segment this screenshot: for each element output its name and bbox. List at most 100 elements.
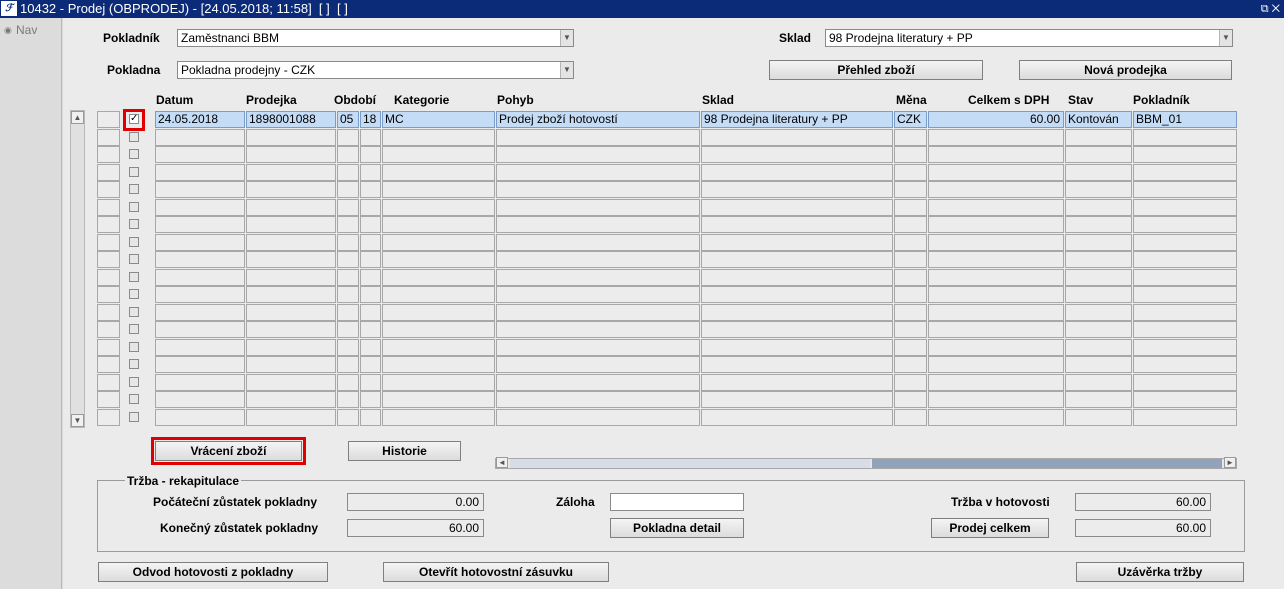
row-checkbox[interactable] bbox=[129, 394, 139, 404]
scroll-up-icon[interactable]: ▲ bbox=[71, 111, 84, 124]
table-cell-pokladnik[interactable] bbox=[1133, 374, 1237, 391]
table-cell-stav[interactable] bbox=[1065, 164, 1132, 181]
row-selector[interactable] bbox=[97, 111, 120, 128]
table-cell-stav[interactable] bbox=[1065, 234, 1132, 251]
table-cell-obdobi-y[interactable] bbox=[360, 181, 381, 198]
row-checkbox[interactable] bbox=[129, 377, 139, 387]
table-cell-obdobi-m[interactable] bbox=[337, 234, 359, 251]
table-cell-prodejka[interactable] bbox=[246, 286, 336, 303]
table-cell-stav[interactable] bbox=[1065, 251, 1132, 268]
table-cell-obdobi-y[interactable] bbox=[360, 339, 381, 356]
table-cell-obdobi-m[interactable] bbox=[337, 216, 359, 233]
row-selector[interactable] bbox=[97, 304, 120, 321]
table-cell-prodejka[interactable] bbox=[246, 129, 336, 146]
table-cell-obdobi-m[interactable] bbox=[337, 391, 359, 408]
table-cell-datum[interactable] bbox=[155, 391, 245, 408]
table-cell-kategorie[interactable] bbox=[382, 391, 495, 408]
table-cell-pohyb[interactable] bbox=[496, 339, 700, 356]
table-cell-obdobi-m[interactable] bbox=[337, 199, 359, 216]
table-cell-pohyb[interactable] bbox=[496, 146, 700, 163]
table-cell-obdobi-y[interactable] bbox=[360, 391, 381, 408]
table-cell-sklad[interactable] bbox=[701, 374, 893, 391]
chevron-down-icon[interactable]: ▼ bbox=[560, 30, 573, 46]
table-cell-kategorie[interactable] bbox=[382, 251, 495, 268]
table-cell-stav[interactable]: Kontován bbox=[1065, 111, 1132, 128]
table-cell-obdobi-y[interactable] bbox=[360, 374, 381, 391]
table-cell-pokladnik[interactable] bbox=[1133, 251, 1237, 268]
table-cell-pohyb[interactable] bbox=[496, 181, 700, 198]
table-cell-obdobi-m[interactable] bbox=[337, 181, 359, 198]
table-cell-sklad[interactable] bbox=[701, 181, 893, 198]
table-cell-datum[interactable] bbox=[155, 304, 245, 321]
table-cell-pohyb[interactable] bbox=[496, 269, 700, 286]
table-cell-obdobi-m[interactable] bbox=[337, 409, 359, 426]
table-cell-kategorie[interactable] bbox=[382, 321, 495, 338]
table-cell-stav[interactable] bbox=[1065, 304, 1132, 321]
table-cell-prodejka[interactable] bbox=[246, 374, 336, 391]
table-cell-mena[interactable] bbox=[894, 251, 927, 268]
table-cell-sklad[interactable]: 98 Prodejna literatury + PP bbox=[701, 111, 893, 128]
table-cell-prodejka[interactable] bbox=[246, 199, 336, 216]
table-cell-sklad[interactable] bbox=[701, 251, 893, 268]
row-checkbox[interactable] bbox=[129, 202, 139, 212]
table-cell-mena[interactable] bbox=[894, 391, 927, 408]
trzba-field[interactable]: 60.00 bbox=[1075, 493, 1211, 511]
table-cell-celkem[interactable] bbox=[928, 234, 1064, 251]
row-selector[interactable] bbox=[97, 391, 120, 408]
row-selector[interactable] bbox=[97, 356, 120, 373]
table-cell-prodejka[interactable] bbox=[246, 234, 336, 251]
konecny-field[interactable]: 60.00 bbox=[347, 519, 484, 537]
row-checkbox[interactable] bbox=[129, 272, 139, 282]
table-cell-prodejka[interactable] bbox=[246, 304, 336, 321]
table-cell-mena[interactable] bbox=[894, 321, 927, 338]
row-checkbox[interactable] bbox=[129, 324, 139, 334]
table-cell-pokladnik[interactable] bbox=[1133, 146, 1237, 163]
table-cell-sklad[interactable] bbox=[701, 339, 893, 356]
zaloha-field[interactable] bbox=[610, 493, 744, 511]
table-cell-obdobi-m[interactable] bbox=[337, 304, 359, 321]
table-cell-prodejka[interactable] bbox=[246, 409, 336, 426]
table-cell-obdobi-m[interactable] bbox=[337, 374, 359, 391]
table-cell-datum[interactable] bbox=[155, 146, 245, 163]
row-selector[interactable] bbox=[97, 269, 120, 286]
table-cell-prodejka[interactable] bbox=[246, 181, 336, 198]
table-cell-obdobi-y[interactable] bbox=[360, 409, 381, 426]
table-cell-kategorie[interactable] bbox=[382, 164, 495, 181]
table-cell-pokladnik[interactable]: BBM_01 bbox=[1133, 111, 1237, 128]
table-cell-datum[interactable] bbox=[155, 321, 245, 338]
table-cell-datum[interactable] bbox=[155, 216, 245, 233]
table-cell-celkem[interactable] bbox=[928, 164, 1064, 181]
table-cell-mena[interactable] bbox=[894, 234, 927, 251]
table-cell-mena[interactable] bbox=[894, 164, 927, 181]
table-cell-prodejka[interactable] bbox=[246, 356, 336, 373]
table-cell-obdobi-m[interactable]: 05 bbox=[337, 111, 359, 128]
table-cell-pokladnik[interactable] bbox=[1133, 199, 1237, 216]
row-selector[interactable] bbox=[97, 164, 120, 181]
table-cell-pohyb[interactable] bbox=[496, 286, 700, 303]
table-cell-prodejka[interactable] bbox=[246, 339, 336, 356]
table-cell-prodejka[interactable] bbox=[246, 146, 336, 163]
table-cell-obdobi-y[interactable] bbox=[360, 286, 381, 303]
row-selector[interactable] bbox=[97, 181, 120, 198]
table-cell-celkem[interactable] bbox=[928, 409, 1064, 426]
table-cell-mena[interactable] bbox=[894, 356, 927, 373]
table-cell-pohyb[interactable] bbox=[496, 409, 700, 426]
table-cell-stav[interactable] bbox=[1065, 146, 1132, 163]
table-cell-pokladnik[interactable] bbox=[1133, 356, 1237, 373]
table-cell-datum[interactable]: 24.05.2018 bbox=[155, 111, 245, 128]
table-cell-stav[interactable] bbox=[1065, 269, 1132, 286]
table-cell-stav[interactable] bbox=[1065, 356, 1132, 373]
row-selector[interactable] bbox=[97, 409, 120, 426]
table-cell-mena[interactable]: CZK bbox=[894, 111, 927, 128]
table-cell-mena[interactable] bbox=[894, 374, 927, 391]
scroll-track[interactable] bbox=[872, 459, 1222, 468]
odvod-hotovosti-button[interactable]: Odvod hotovosti z pokladny bbox=[98, 562, 328, 582]
nova-prodejka-button[interactable]: Nová prodejka bbox=[1019, 60, 1232, 80]
table-cell-kategorie[interactable] bbox=[382, 199, 495, 216]
table-cell-datum[interactable] bbox=[155, 199, 245, 216]
table-cell-obdobi-y[interactable] bbox=[360, 164, 381, 181]
table-cell-celkem[interactable]: 60.00 bbox=[928, 111, 1064, 128]
table-cell-obdobi-m[interactable] bbox=[337, 356, 359, 373]
table-cell-prodejka[interactable] bbox=[246, 391, 336, 408]
table-cell-sklad[interactable] bbox=[701, 129, 893, 146]
